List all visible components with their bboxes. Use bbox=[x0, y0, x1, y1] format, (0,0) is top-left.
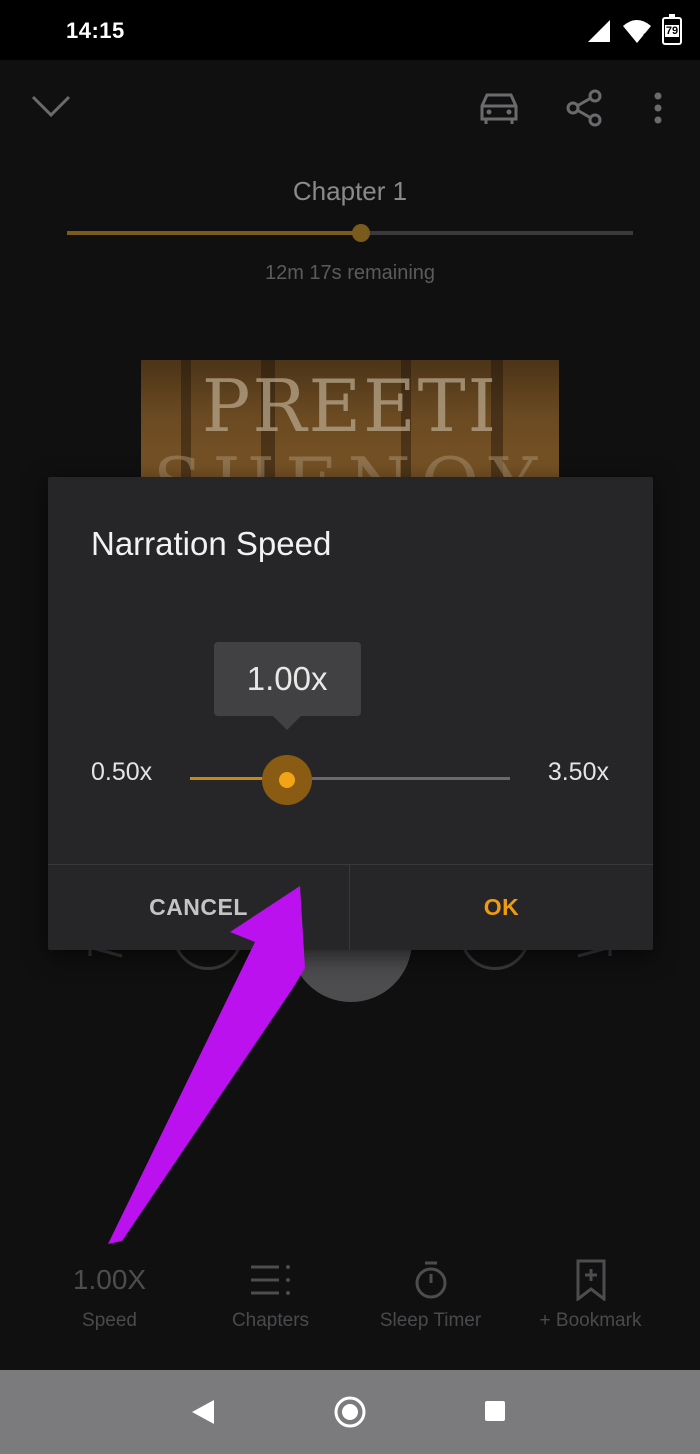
cancel-button[interactable]: CANCEL bbox=[48, 864, 349, 950]
bookmark-button[interactable]: + Bookmark bbox=[503, 1250, 678, 1332]
chapter-progress-fill bbox=[67, 231, 362, 235]
battery-icon: 79 bbox=[662, 14, 682, 45]
timer-icon bbox=[415, 1261, 446, 1299]
screen: 14:15 79 Chapter 1 12m 17s remaining PRE… bbox=[0, 0, 700, 1454]
system-nav-bar bbox=[0, 1370, 700, 1454]
back-icon[interactable] bbox=[190, 1398, 216, 1426]
cover-title: PREETI bbox=[201, 364, 499, 448]
sleep-timer-label: Sleep Timer bbox=[379, 1310, 482, 1331]
bookmark-plus-icon bbox=[576, 1259, 605, 1301]
status-bar: 14:15 79 bbox=[0, 0, 700, 60]
bookmark-label: + Bookmark bbox=[539, 1310, 642, 1331]
speed-value: 1.00X bbox=[72, 1264, 147, 1295]
tooltip-pointer bbox=[272, 716, 301, 730]
car-mode-icon[interactable] bbox=[476, 90, 522, 126]
narration-speed-dialog: Narration Speed 1.00x 0.50x 3.50x CANCEL… bbox=[48, 477, 653, 950]
bottom-toolbar: 1.00X Speed Chapters Sleep Timer + Bookm… bbox=[0, 1250, 700, 1360]
min-speed-label: 0.50x bbox=[91, 758, 153, 786]
home-icon[interactable] bbox=[332, 1394, 368, 1430]
max-speed-label: 3.50x bbox=[547, 758, 609, 786]
wifi-icon bbox=[623, 20, 651, 43]
speed-slider-thumb[interactable] bbox=[261, 755, 312, 805]
slider-thumb-dot bbox=[278, 772, 295, 788]
signal-icon bbox=[588, 20, 610, 42]
battery-level: 79 bbox=[664, 25, 680, 37]
time-remaining: 12m 17s remaining bbox=[264, 262, 436, 284]
more-vert-icon[interactable] bbox=[650, 92, 666, 126]
status-time: 14:15 bbox=[66, 18, 125, 43]
speed-label: Speed bbox=[82, 1310, 137, 1331]
dialog-title: Narration Speed bbox=[91, 525, 332, 562]
speed-button[interactable]: 1.00X Speed bbox=[22, 1250, 197, 1332]
chapters-button[interactable]: Chapters bbox=[183, 1250, 358, 1332]
chapters-list-icon bbox=[250, 1265, 290, 1295]
speed-value-tooltip: 1.00x bbox=[213, 642, 361, 716]
sleep-timer-button[interactable]: Sleep Timer bbox=[343, 1250, 518, 1332]
ok-button[interactable]: OK bbox=[350, 864, 653, 950]
chevron-down-icon[interactable] bbox=[30, 92, 72, 122]
share-icon[interactable] bbox=[564, 88, 604, 128]
chapter-title[interactable]: Chapter 1 bbox=[0, 176, 700, 207]
chapters-label: Chapters bbox=[231, 1310, 310, 1331]
status-icons: 79 bbox=[586, 14, 682, 46]
recents-icon[interactable] bbox=[484, 1400, 506, 1422]
